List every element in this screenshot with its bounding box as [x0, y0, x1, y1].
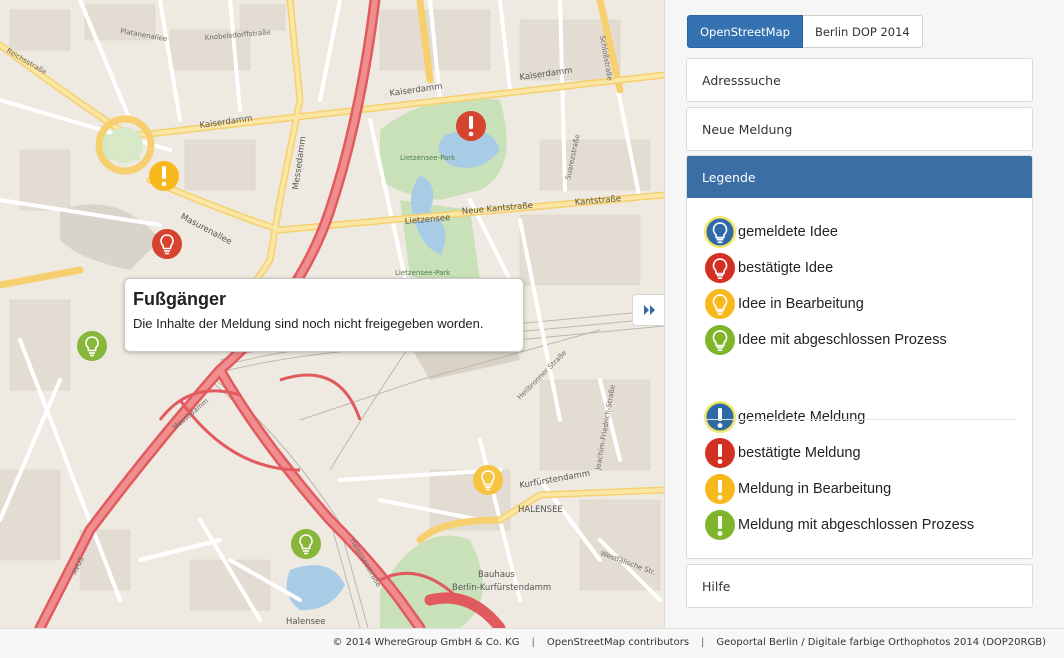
panel-adresssuche[interactable]: Adresssuche [686, 58, 1033, 102]
legend-label: gemeldete Idee [738, 224, 838, 240]
legend-label: gemeldete Meldung [738, 409, 866, 425]
popup-body: Die Inhalte der Meldung sind noch nicht … [133, 316, 484, 331]
attribution-osm[interactable]: OpenStreetMap contributors [547, 637, 689, 648]
layer-switcher: OpenStreetMap Berlin DOP 2014 [687, 15, 923, 48]
attribution-bar: © 2014 WhereGroup GmbH & Co. KG | OpenSt… [0, 628, 1064, 658]
legend-label: bestätigte Meldung [738, 445, 861, 461]
map-marker-report-confirmed[interactable] [455, 110, 487, 142]
legend-label: Idee mit abgeschlossen Prozess [738, 332, 947, 348]
lightbulb-done-icon [705, 325, 735, 355]
label-lietzensee-park: Lietzensee-Park [400, 154, 456, 162]
label-bauhaus: Bauhaus [478, 570, 515, 580]
legend-label: Idee in Bearbeitung [738, 296, 864, 312]
panel-heading-legende[interactable]: Legende [687, 156, 1032, 198]
map-marker-idea-done[interactable] [76, 330, 108, 362]
lightbulb-confirmed-icon [705, 253, 735, 283]
map-marker-report-in-progress[interactable] [148, 160, 180, 192]
exclamation-done-icon [705, 510, 735, 540]
label-halensee-district: HALENSEE [518, 505, 563, 515]
exclamation-confirmed-icon [705, 438, 735, 468]
exclamation-reported-icon [704, 401, 736, 433]
legend-item-idea-in-progress: Idee in Bearbeitung [703, 287, 864, 321]
legend-label: Meldung mit abgeschlossen Prozess [738, 517, 975, 533]
map-marker-idea-in-progress[interactable] [472, 464, 504, 496]
map-view[interactable]: Reichsstraße Platanenallee Knobelsdorffs… [0, 0, 664, 628]
panel-legende: Legende gemeldete Idee bestätigte Idee Ide… [686, 155, 1033, 559]
popup-title: Fußgänger [133, 289, 226, 309]
label-lietzensee-park-2: Lietzensee-Park [395, 269, 451, 277]
lightbulb-in-progress-icon [705, 289, 735, 319]
sidebar: OpenStreetMap Berlin DOP 2014 Adresssuch… [664, 0, 1064, 628]
panel-hilfe[interactable]: Hilfe [686, 564, 1033, 608]
attribution-geoportal[interactable]: Geoportal Berlin / Digitale farbige Orth… [716, 637, 1046, 648]
label-station: Berlin-Kurfürstendamm [452, 583, 551, 593]
panel-heading-hilfe[interactable]: Hilfe [687, 565, 1032, 607]
panel-heading-neue-meldung[interactable]: Neue Meldung [687, 108, 1032, 150]
legend-item-report-reported: gemeldete Meldung [703, 400, 865, 434]
map-marker-idea-done-2[interactable] [290, 528, 322, 560]
collapse-sidebar-button[interactable] [632, 294, 666, 326]
attribution-wheregroup: © 2014 WhereGroup GmbH & Co. KG [332, 637, 520, 648]
legend-item-report-confirmed: bestätigte Meldung [703, 436, 861, 470]
map-marker-idea-confirmed[interactable] [151, 228, 183, 260]
lightbulb-reported-icon [704, 216, 736, 248]
legend-divider [703, 419, 1016, 420]
legend-label: bestätigte Idee [738, 260, 834, 276]
label-halensee-lake: Halensee [286, 617, 325, 627]
legend-item-idea-confirmed: bestätigte Idee [703, 251, 833, 285]
legend-item-report-in-progress: Meldung in Bearbeitung [703, 472, 891, 506]
panel-neue-meldung[interactable]: Neue Meldung [686, 107, 1033, 151]
panel-heading-adresssuche[interactable]: Adresssuche [687, 59, 1032, 101]
double-chevron-right-icon [643, 305, 655, 315]
legend-label: Meldung in Bearbeitung [738, 481, 892, 497]
layer-button-osm[interactable]: OpenStreetMap [687, 15, 803, 48]
marker-popup: Fußgänger Die Inhalte der Meldung sind n… [124, 278, 524, 352]
layer-button-dop[interactable]: Berlin DOP 2014 [802, 15, 923, 48]
legend-item-idea-done: Idee mit abgeschlossen Prozess [703, 323, 947, 357]
exclamation-in-progress-icon [705, 474, 735, 504]
legend-item-report-done: Meldung mit abgeschlossen Prozess [703, 508, 974, 542]
legend-item-idea-reported: gemeldete Idee [703, 215, 838, 249]
